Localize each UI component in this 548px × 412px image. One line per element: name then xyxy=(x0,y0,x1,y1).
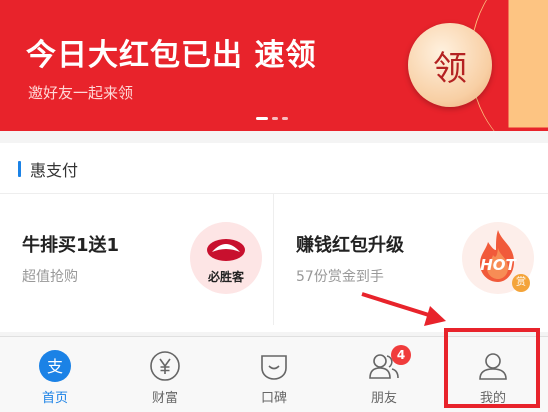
hui-pay-section: 惠支付 牛排买1送1 超值抢购 必胜客 赚钱红包升级 57份赏金到手 HOT 赏 xyxy=(0,143,548,332)
carousel-dot-active xyxy=(256,117,268,120)
pizza-hut-roof-icon xyxy=(207,239,245,261)
carousel-indicator xyxy=(256,117,288,120)
section-accent-bar xyxy=(18,161,21,177)
person-icon xyxy=(479,353,507,380)
promo-card-subtitle: 57份赏金到手 xyxy=(296,269,384,285)
koubei-icon xyxy=(261,355,287,380)
hot-logo-text: HOT xyxy=(480,256,517,274)
carousel-dot xyxy=(272,117,278,120)
pizza-hut-logo: 必胜客 xyxy=(190,222,262,294)
tab-label: 朋友 xyxy=(370,391,397,406)
tab-label: 首页 xyxy=(41,391,68,406)
promo-card-subtitle: 超值抢购 xyxy=(22,269,78,285)
yen-coin-icon xyxy=(150,351,180,381)
section-header: 惠支付 xyxy=(0,143,548,194)
tab-wealth[interactable]: 财富 xyxy=(110,337,220,412)
tab-mine[interactable]: 我的 xyxy=(438,337,548,412)
reward-badge: 赏 xyxy=(512,274,530,292)
carousel-dot xyxy=(282,117,288,120)
promo-card-title: 赚钱红包升级 xyxy=(296,235,404,256)
notification-badge: 4 xyxy=(391,345,411,365)
hot-flame-logo: HOT 赏 xyxy=(462,222,534,294)
svg-text:支: 支 xyxy=(47,357,63,376)
banner-title: 今日大红包已出 速领 xyxy=(26,38,317,73)
tab-label: 财富 xyxy=(151,391,178,406)
tab-koubei[interactable]: 口碑 xyxy=(219,337,329,412)
red-packet-banner[interactable]: 今日大红包已出 速领 邀好友一起来领 领 xyxy=(0,0,548,131)
tab-label: 口碑 xyxy=(260,391,287,406)
promo-card-red-packet[interactable]: 赚钱红包升级 57份赏金到手 HOT 赏 xyxy=(274,194,548,325)
alipay-home-icon: 支 xyxy=(39,350,71,382)
pizza-hut-logo-text: 必胜客 xyxy=(207,270,244,284)
claim-button[interactable]: 领 xyxy=(408,23,492,107)
promo-card-steak[interactable]: 牛排买1送1 超值抢购 必胜客 xyxy=(0,194,274,325)
section-title: 惠支付 xyxy=(30,161,79,180)
tab-friends[interactable]: 4 朋友 xyxy=(329,337,439,412)
bottom-tab-bar: 支 首页 财富 口碑 4 朋友 我的 xyxy=(0,336,548,412)
tab-label: 我的 xyxy=(479,391,506,406)
banner-subtitle: 邀好友一起来领 xyxy=(28,84,134,102)
tab-home[interactable]: 支 首页 xyxy=(0,337,110,412)
promo-card-title: 牛排买1送1 xyxy=(22,235,120,256)
